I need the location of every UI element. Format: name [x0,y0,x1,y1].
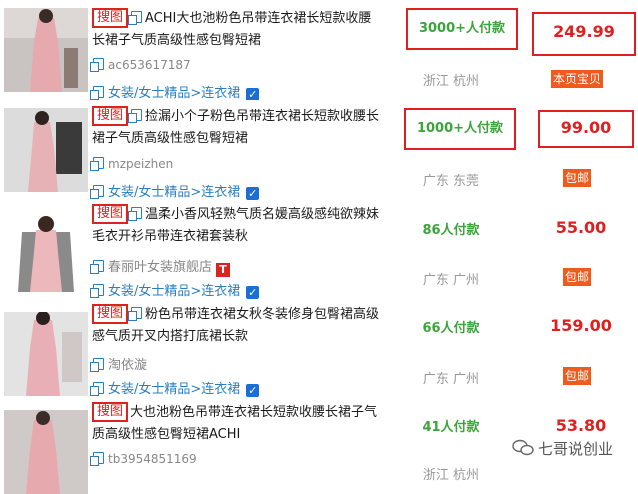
search-image-button[interactable]: 搜图 [92,8,129,28]
checkbox-checked-icon[interactable]: ✓ [246,187,260,200]
seller-name[interactable]: ac653617187 [90,58,191,72]
payers-count: 86人付款 [422,223,480,238]
watermark: 七哥说创业 [512,438,613,459]
price: 55.00 [555,218,607,237]
product-thumbnail[interactable] [4,212,88,296]
category-text[interactable]: 女装/女士精品>连衣裙 [108,284,240,299]
product-title-text[interactable]: 大也池粉色吊带连衣裙长短款收腰长裙子气质高级性感包臀短裙ACHI [92,405,377,442]
copy-icon[interactable] [90,452,104,466]
category-path[interactable]: 女装/女士精品>连衣裙 ✓ [90,378,260,397]
product-title[interactable]: 搜图 温柔小香风轻熟气质名媛高级感纯欲辣妹毛衣开衫吊带连衣裙套装秋 [92,204,382,248]
copy-icon[interactable] [128,11,143,25]
payers-count: 41人付款 [422,420,480,435]
search-image-button[interactable]: 搜图 [92,106,129,126]
price: 53.80 [555,416,607,435]
product-thumbnail[interactable] [4,8,88,92]
product-thumbnail[interactable] [4,312,88,396]
free-shipping-badge: 包邮 [563,169,591,187]
wechat-icon [512,439,534,456]
copy-icon[interactable] [90,86,104,100]
price: 99.00 [538,110,634,148]
seller-name-text[interactable]: ac653617187 [108,58,191,72]
location: 浙江 杭州 [422,468,480,483]
seller-name[interactable]: tb3954851169 [90,452,197,466]
copy-icon[interactable] [90,185,104,199]
category-text[interactable]: 女装/女士精品>连衣裙 [108,382,240,397]
result-row-3: 搜图 温柔小香风轻熟气质名媛高级感纯欲辣妹毛衣开衫吊带连衣裙套装秋 春丽叶女装旗舰… [0,204,638,305]
category-path[interactable]: 女装/女士精品>连衣裙 ✓ [90,280,260,299]
seller-name[interactable]: mzpeizhen [90,157,173,171]
copy-icon[interactable] [90,284,104,298]
page-item-badge: 本页宝贝 [551,70,603,88]
location: 广东 东莞 [422,174,480,189]
product-title[interactable]: 搜图 捡漏小个子粉色吊带连衣裙长短款收腰长裙子气质高级性感包臀短裙 [92,106,382,150]
watermark-text: 七哥说创业 [538,440,614,458]
seller-name-text[interactable]: mzpeizhen [108,157,173,171]
seller-name-text[interactable]: 淘依漩 [108,358,147,373]
copy-icon[interactable] [90,358,104,372]
copy-icon[interactable] [90,260,104,274]
category-path[interactable]: 女装/女士精品>连衣裙 ✓ [90,181,260,200]
copy-icon[interactable] [128,109,143,123]
copy-icon[interactable] [128,207,143,221]
category-path[interactable]: 女装/女士精品>连衣裙 ✓ [90,82,260,101]
search-image-button[interactable]: 搜图 [92,304,129,324]
price: 159.00 [550,316,612,335]
seller-name[interactable]: 春丽叶女装旗舰店 T [90,256,231,277]
product-thumbnail[interactable] [4,410,88,494]
seller-name-text[interactable]: tb3954851169 [108,452,197,466]
result-row-1: 搜图 ACHI大也池粉色吊带连衣裙长短款收腰长裙子气质高级性感包臀短裙 ac653… [0,0,638,101]
copy-icon[interactable] [90,382,104,396]
product-thumbnail[interactable] [4,108,88,192]
seller-name[interactable]: 淘依漩 [90,354,147,373]
seller-name-text[interactable]: 春丽叶女装旗舰店 [108,260,212,275]
result-row-4: 搜图 粉色吊带连衣裙女秋冬装修身包臀裙高级感气质开叉内搭打底裙长款 淘依漩 女装/… [0,304,638,405]
copy-icon[interactable] [90,157,104,171]
free-shipping-badge: 包邮 [563,268,591,286]
location: 广东 广州 [422,372,480,387]
location: 浙江 杭州 [422,74,480,89]
search-image-button[interactable]: 搜图 [92,402,129,422]
payers-count: 3000+人付款 [406,8,518,50]
checkbox-checked-icon[interactable]: ✓ [246,286,260,299]
product-title[interactable]: 搜图 ACHI大也池粉色吊带连衣裙长短款收腰长裙子气质高级性感包臀短裙 [92,8,382,52]
product-title[interactable]: 搜图 大也池粉色吊带连衣裙长短款收腰长裙子气质高级性感包臀短裙ACHI [92,402,382,446]
search-image-button[interactable]: 搜图 [92,204,129,224]
payers-count: 66人付款 [422,321,480,336]
product-title[interactable]: 搜图 粉色吊带连衣裙女秋冬装修身包臀裙高级感气质开叉内搭打底裙长款 [92,304,382,348]
copy-icon[interactable] [128,307,143,321]
checkbox-checked-icon[interactable]: ✓ [246,384,260,397]
copy-icon[interactable] [90,58,104,72]
free-shipping-badge: 包邮 [563,367,591,385]
category-text[interactable]: 女装/女士精品>连衣裙 [108,86,240,101]
result-row-2: 搜图 捡漏小个子粉色吊带连衣裙长短款收腰长裙子气质高级性感包臀短裙 mzpeizh… [0,100,638,205]
location: 广东 广州 [422,273,480,288]
category-text[interactable]: 女装/女士精品>连衣裙 [108,185,240,200]
price: 249.99 [532,12,636,56]
payers-count: 1000+人付款 [404,108,516,150]
tmall-icon: T [216,263,231,277]
